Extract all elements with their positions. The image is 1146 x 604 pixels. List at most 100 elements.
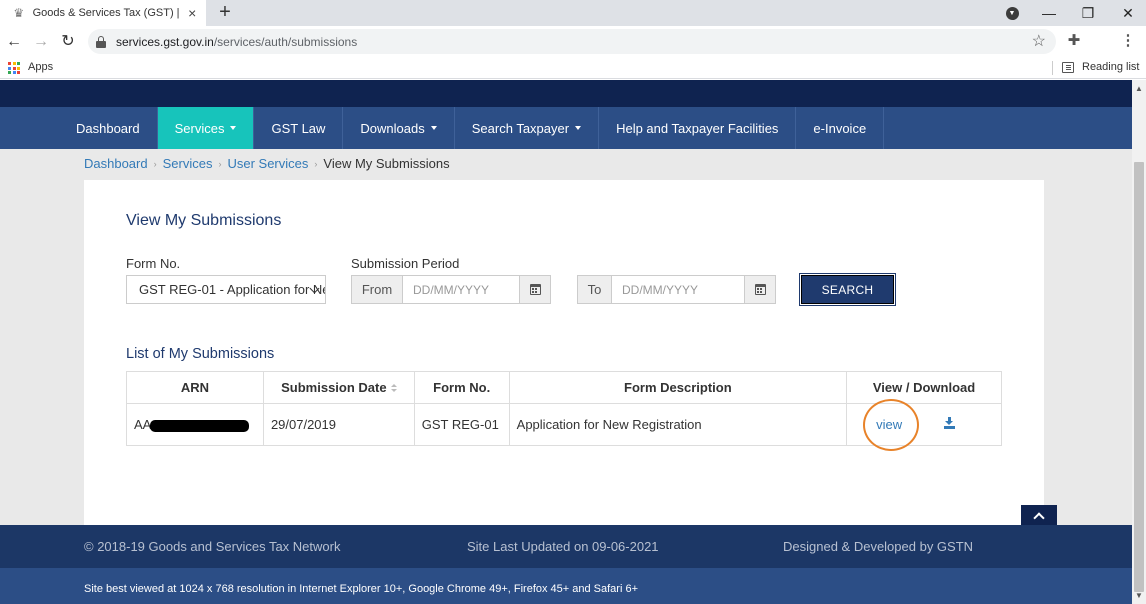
search-button[interactable]: SEARCH <box>799 273 896 306</box>
list-title: List of My Submissions <box>126 346 275 362</box>
form-no-select[interactable]: GST REG-01 - Application for New Registr… <box>126 275 326 304</box>
nav-label: e-Invoice <box>813 120 867 136</box>
caret-down-icon <box>230 126 237 130</box>
arn-cell: AA <box>126 403 264 446</box>
scroll-down-icon[interactable]: ▼ <box>1135 591 1143 600</box>
col-arn: ARN <box>126 371 264 404</box>
bookmarks-bar: Apps Reading list <box>0 57 1146 79</box>
nav-search-taxpayer[interactable]: Search Taxpayer <box>455 107 600 149</box>
view-download-cell: view <box>846 399 1002 451</box>
profile-icon: ▼ <box>1005 6 1019 20</box>
reading-list-label[interactable]: Reading list <box>1082 61 1139 73</box>
table-row: AA 29/07/2019 GST REG-01 Application for… <box>126 399 1002 451</box>
footer: © 2018-19 Goods and Services Tax Network… <box>0 525 1132 568</box>
apps-label[interactable]: Apps <box>28 61 53 73</box>
forward-button[interactable]: → <box>29 30 53 54</box>
reading-list-icon[interactable] <box>1062 62 1074 73</box>
to-calendar-button[interactable] <box>744 276 775 303</box>
col-submission-date[interactable]: Submission Date <box>262 371 415 404</box>
footer-designed-by: Designed & Developed by GSTN <box>783 539 974 554</box>
view-wrapper: view <box>863 399 940 451</box>
site-header <box>0 80 1132 107</box>
submission-period-label: Submission Period <box>351 256 460 271</box>
table-header-row: ARN Submission Date Form No. Form Descri… <box>126 371 1002 404</box>
nav-downloads[interactable]: Downloads <box>343 107 455 149</box>
view-link[interactable]: view <box>863 399 920 451</box>
highlight-circle <box>863 399 920 451</box>
scroll-thumb[interactable] <box>1134 162 1144 592</box>
download-icon[interactable] <box>943 417 955 429</box>
lock-icon <box>96 35 106 48</box>
col-view-download: View / Download <box>846 371 1002 404</box>
nav-label: Dashboard <box>76 120 140 136</box>
forward-icon: → <box>33 33 49 50</box>
nav-label: GST Law <box>271 120 326 136</box>
breadcrumb-separator: › <box>314 158 318 169</box>
footer-note: Site best viewed at 1024 x 768 resolutio… <box>0 568 1132 604</box>
main-nav: Dashboard Services GST Law Downloads Sea… <box>0 107 1132 149</box>
bookmarks-divider <box>1052 61 1053 75</box>
breadcrumb-dashboard[interactable]: Dashboard <box>84 156 148 171</box>
form-no-cell: GST REG-01 <box>413 403 510 446</box>
calendar-icon <box>529 284 541 295</box>
footer-last-updated: Site Last Updated on 09-06-2021 <box>467 539 659 554</box>
close-window-button[interactable]: ✕ <box>1110 0 1146 26</box>
form-no-value: GST REG-01 - Application for New Registr… <box>139 282 325 297</box>
url-host: services.gst.gov.in <box>116 34 214 49</box>
breadcrumb-services[interactable]: Services <box>163 156 213 171</box>
breadcrumb-user-services[interactable]: User Services <box>227 156 308 171</box>
menu-icon[interactable]: ⋮ <box>1117 30 1139 52</box>
from-date-group: From <box>351 275 551 304</box>
new-tab-button[interactable]: + <box>215 2 235 22</box>
to-date-input[interactable] <box>612 276 744 303</box>
from-calendar-button[interactable] <box>519 276 550 303</box>
form-description-cell: Application for New Registration <box>508 403 848 446</box>
address-bar[interactable]: services.gst.gov.in/services/auth/submis… <box>88 29 1056 54</box>
page-scrollbar[interactable]: ▲ ▼ <box>1132 80 1146 604</box>
minimize-button[interactable]: — <box>1031 0 1067 26</box>
nav-services[interactable]: Services <box>157 107 255 149</box>
footer-copyright: © 2018-19 Goods and Services Tax Network <box>84 539 341 554</box>
sort-icon <box>390 384 397 393</box>
browser-tab[interactable]: ♛ Goods & Services Tax (GST) | User × <box>0 0 206 26</box>
url-path: /services/auth/submissions <box>213 34 358 49</box>
scroll-up-icon[interactable]: ▲ <box>1135 84 1143 93</box>
submissions-table: ARN Submission Date Form No. Form Descri… <box>126 371 1002 451</box>
form-no-label: Form No. <box>126 256 181 271</box>
nav-gst-law[interactable]: GST Law <box>254 107 344 149</box>
page-title: View My Submissions <box>126 212 282 229</box>
profile-button[interactable]: ▼ <box>994 0 1030 26</box>
nav-e-invoice[interactable]: e-Invoice <box>796 107 885 149</box>
extensions-icon[interactable]: ✚ <box>1063 30 1085 52</box>
page-viewport: Dashboard Services GST Law Downloads Sea… <box>0 80 1132 604</box>
footer-best-viewed: Site best viewed at 1024 x 768 resolutio… <box>84 583 639 595</box>
to-label: To <box>578 276 612 303</box>
browser-toolbar: ← → ↻ services.gst.gov.in/services/auth/… <box>0 26 1146 57</box>
reload-button[interactable]: ↻ <box>56 30 80 54</box>
breadcrumb-current: View My Submissions <box>323 156 450 171</box>
minimize-icon: — <box>1042 5 1056 21</box>
col-form-description: Form Description <box>508 371 848 404</box>
submissions-panel: View My Submissions Form No. GST REG-01 … <box>84 180 1044 525</box>
gov-emblem-icon: ♛ <box>13 6 25 20</box>
close-tab-icon[interactable]: × <box>184 5 200 21</box>
arn-redaction <box>150 419 250 432</box>
from-label: From <box>352 276 403 303</box>
col-submission-date-label: Submission Date <box>281 380 387 395</box>
chevron-up-icon <box>1033 511 1045 524</box>
back-to-top-button[interactable] <box>1021 505 1057 526</box>
browser-tab-bar: ♛ Goods & Services Tax (GST) | User × + … <box>0 0 1146 26</box>
nav-label: Help and Taxpayer Facilities <box>616 120 779 136</box>
restore-button[interactable]: ❐ <box>1070 0 1106 26</box>
star-icon[interactable]: ☆ <box>1032 31 1046 51</box>
breadcrumb-separator: › <box>153 158 157 169</box>
caret-down-icon <box>430 126 437 130</box>
from-date-input[interactable] <box>403 276 519 303</box>
apps-icon[interactable] <box>8 62 20 74</box>
back-icon: ← <box>6 33 22 50</box>
caret-down-icon <box>575 126 582 130</box>
nav-help[interactable]: Help and Taxpayer Facilities <box>599 107 797 149</box>
back-button[interactable]: ← <box>2 30 26 54</box>
restore-icon: ❐ <box>1081 4 1095 21</box>
nav-dashboard[interactable]: Dashboard <box>59 107 158 149</box>
